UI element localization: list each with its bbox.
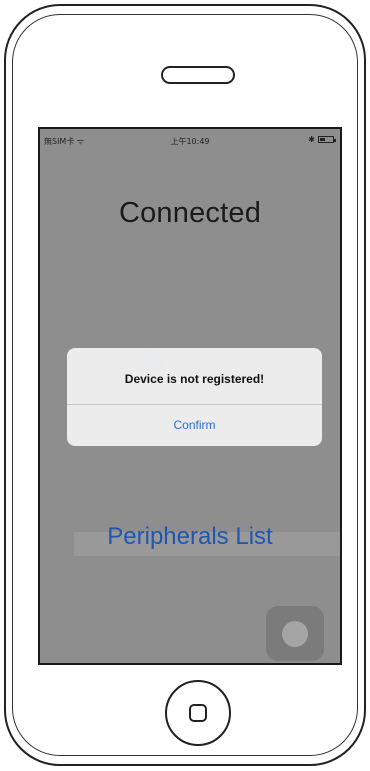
page-title: Connected (118, 197, 262, 229)
bluetooth-icon: ✱ (308, 135, 315, 144)
assistive-touch-button[interactable] (266, 606, 324, 661)
battery-icon (318, 136, 336, 143)
earpiece-speaker (161, 66, 235, 84)
alert-message: Device is not registered! (124, 372, 265, 386)
home-button[interactable] (165, 680, 231, 746)
confirm-button[interactable]: Confirm (67, 405, 322, 446)
phone-screen: 無SIM卡 ᯤ 上午10:49 ✱ Connected Device is no… (38, 127, 342, 665)
alert-dialog: Device is not registered! Confirm (67, 348, 322, 446)
home-square-icon (189, 704, 207, 722)
status-right: ✱ (308, 135, 336, 144)
peripherals-list-link[interactable]: Peripherals List (40, 523, 340, 551)
status-bar: 無SIM卡 ᯤ 上午10:49 ✱ (40, 129, 340, 151)
status-time: 上午10:49 (170, 137, 210, 146)
